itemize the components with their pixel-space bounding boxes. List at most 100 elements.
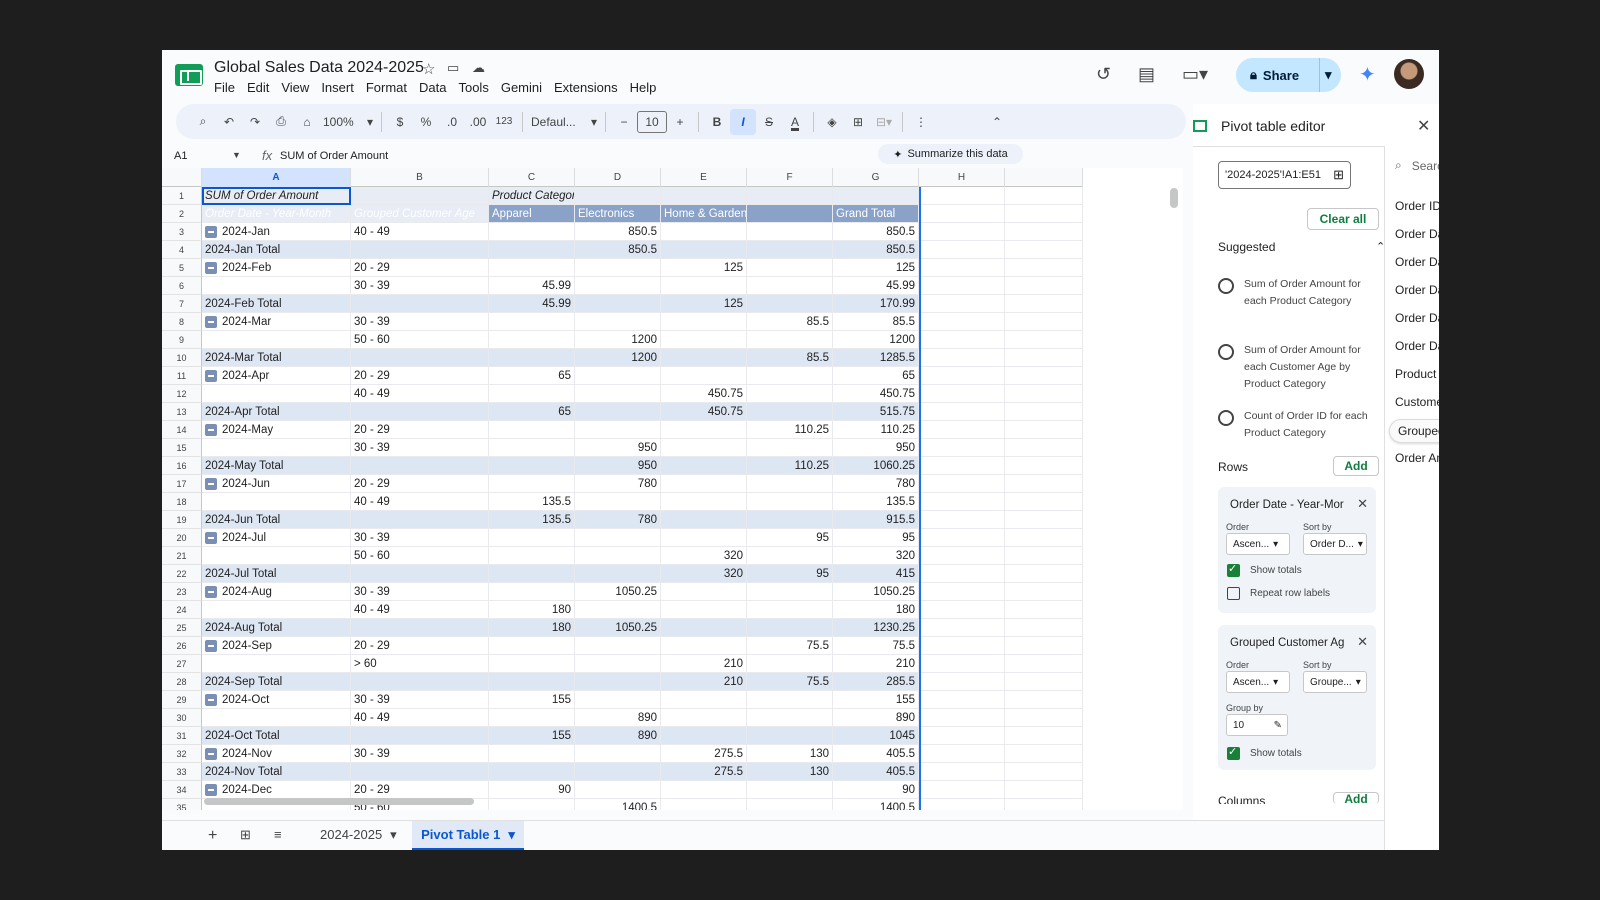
menu-edit[interactable]: Edit: [247, 80, 269, 95]
radio-button[interactable]: [1218, 278, 1234, 294]
cell[interactable]: 40 - 49: [351, 385, 489, 403]
cell[interactable]: 1230.25: [833, 619, 919, 637]
cell[interactable]: [747, 205, 833, 223]
cell[interactable]: 95: [833, 529, 919, 547]
sheet-tab-pivot-table-1[interactable]: Pivot Table 1 ▾: [412, 821, 524, 850]
cell[interactable]: [1005, 493, 1083, 511]
row-number[interactable]: 13: [162, 403, 202, 421]
row-number[interactable]: 5: [162, 259, 202, 277]
cell[interactable]: 40 - 49: [351, 601, 489, 619]
row-number[interactable]: 23: [162, 583, 202, 601]
cell[interactable]: 2024-Jun Total: [202, 511, 351, 529]
star-icon[interactable]: ☆: [422, 60, 435, 78]
cell[interactable]: Home & Garden Toys: [661, 205, 747, 223]
cell[interactable]: 65: [833, 367, 919, 385]
version-history-icon[interactable]: ↺: [1096, 64, 1111, 85]
sheet-list-icon[interactable]: ≡: [274, 827, 282, 842]
cell[interactable]: 2024-Apr: [202, 367, 351, 385]
cell[interactable]: 110.25: [833, 421, 919, 439]
cell[interactable]: 915.5: [833, 511, 919, 529]
search-menus-icon[interactable]: ⌕: [190, 109, 216, 135]
cell[interactable]: [661, 619, 747, 637]
cell[interactable]: 20 - 29: [351, 637, 489, 655]
cell[interactable]: [661, 367, 747, 385]
cell[interactable]: [1005, 511, 1083, 529]
row-number[interactable]: 31: [162, 727, 202, 745]
cell[interactable]: [202, 331, 351, 349]
row-number[interactable]: 2: [162, 205, 202, 223]
cell[interactable]: [575, 601, 661, 619]
cell[interactable]: [747, 709, 833, 727]
cell[interactable]: [661, 799, 747, 810]
cell[interactable]: 30 - 39: [351, 529, 489, 547]
row-number[interactable]: 28: [162, 673, 202, 691]
cell[interactable]: 2024-Jul: [202, 529, 351, 547]
cell[interactable]: 780: [575, 511, 661, 529]
cell[interactable]: 950: [833, 439, 919, 457]
paint-format-icon[interactable]: ⌂: [294, 109, 320, 135]
show-totals-checkbox[interactable]: [1227, 562, 1240, 577]
cell[interactable]: [747, 439, 833, 457]
clear-all-button[interactable]: Clear all: [1307, 208, 1379, 230]
cell[interactable]: 65: [489, 403, 575, 421]
comments-icon[interactable]: ▤: [1138, 64, 1155, 85]
cell[interactable]: [661, 277, 747, 295]
cell[interactable]: [1005, 349, 1083, 367]
cell[interactable]: [661, 511, 747, 529]
cell[interactable]: [919, 619, 1005, 637]
cell[interactable]: [351, 349, 489, 367]
cell[interactable]: > 60: [351, 655, 489, 673]
cell[interactable]: [747, 385, 833, 403]
cell[interactable]: [1005, 277, 1083, 295]
cell[interactable]: [1005, 241, 1083, 259]
cell[interactable]: [575, 781, 661, 799]
cell[interactable]: 850.5: [575, 223, 661, 241]
cell[interactable]: [919, 475, 1005, 493]
select-range-icon[interactable]: ⊞: [1333, 167, 1344, 183]
increase-decimal-button[interactable]: .00: [465, 109, 491, 135]
fill-color-icon[interactable]: ◈: [819, 109, 845, 135]
cell[interactable]: 130: [747, 763, 833, 781]
cell[interactable]: 85.5: [747, 313, 833, 331]
cell[interactable]: 30 - 39: [351, 313, 489, 331]
cell[interactable]: [1005, 205, 1083, 223]
collapse-group-icon[interactable]: [205, 423, 217, 436]
cell[interactable]: 2024-May Total: [202, 457, 351, 475]
zoom-select[interactable]: 100% ▾: [320, 109, 376, 135]
text-color-button[interactable]: A: [782, 109, 808, 135]
cell[interactable]: 2024-Oct Total: [202, 727, 351, 745]
cell[interactable]: [489, 763, 575, 781]
spreadsheet-grid[interactable]: A B C D E F G H 1 SUM of Order Amount Prod…: [162, 168, 1183, 810]
cell[interactable]: 2024-Dec: [202, 781, 351, 799]
cell[interactable]: 2024-May: [202, 421, 351, 439]
row-number[interactable]: 11: [162, 367, 202, 385]
row-number[interactable]: 27: [162, 655, 202, 673]
cell[interactable]: 125: [661, 259, 747, 277]
cell[interactable]: [489, 637, 575, 655]
cell[interactable]: [489, 673, 575, 691]
cell[interactable]: [919, 403, 1005, 421]
cell[interactable]: [202, 493, 351, 511]
cell[interactable]: 30 - 39: [351, 745, 489, 763]
cell[interactable]: [351, 619, 489, 637]
cell[interactable]: [661, 781, 747, 799]
cell[interactable]: [747, 187, 833, 205]
cell[interactable]: [351, 187, 489, 205]
row-number[interactable]: 29: [162, 691, 202, 709]
cell[interactable]: [489, 655, 575, 673]
avatar[interactable]: [1394, 59, 1424, 89]
cell[interactable]: [489, 349, 575, 367]
cell[interactable]: 75.5: [747, 637, 833, 655]
menu-gemini[interactable]: Gemini: [501, 80, 542, 95]
cell[interactable]: [1005, 457, 1083, 475]
cell[interactable]: [575, 655, 661, 673]
cell[interactable]: 45.99: [489, 277, 575, 295]
cell[interactable]: [919, 493, 1005, 511]
undo-icon[interactable]: ↶: [216, 109, 242, 135]
cell[interactable]: [661, 475, 747, 493]
cell[interactable]: 155: [833, 691, 919, 709]
increase-font-size-button[interactable]: +: [667, 109, 693, 135]
cell[interactable]: [489, 565, 575, 583]
cell[interactable]: [351, 565, 489, 583]
cell[interactable]: [919, 385, 1005, 403]
